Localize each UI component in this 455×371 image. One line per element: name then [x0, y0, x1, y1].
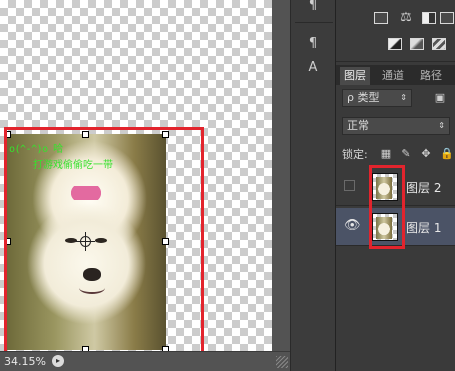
divider	[295, 22, 333, 23]
highlight-box-thumbnails	[369, 165, 405, 249]
layer-filter-select[interactable]: ρ 类型 ⇕	[342, 89, 412, 107]
resize-grip-icon[interactable]	[276, 356, 288, 368]
levels-icon[interactable]	[374, 12, 388, 24]
layer-name[interactable]: 图层 2	[406, 179, 441, 196]
lock-move-icon[interactable]: ✥	[420, 148, 432, 160]
pattern-icon[interactable]	[432, 38, 446, 50]
tab-paths[interactable]: 路径	[416, 67, 446, 85]
lock-brush-icon[interactable]: ✎	[400, 148, 412, 160]
eye-icon[interactable]: 👁	[344, 219, 361, 232]
panel-dock-strip: ¶ ¶ A	[290, 0, 336, 371]
paragraph-styles-icon[interactable]: ¶	[303, 34, 323, 54]
balance-icon[interactable]: ⚖	[400, 11, 412, 24]
photoshop-window: o(^-^)o 哈 打游戏偷偷吃一带 34.15% ▸ ¶ ¶ A ⚖ 图层 通…	[0, 0, 455, 371]
tab-layers[interactable]: 图层	[340, 67, 370, 85]
black-white-icon[interactable]	[422, 12, 436, 24]
document-info-icon[interactable]: ▸	[52, 355, 64, 367]
layers-tab-bar: 图层 通道 路径	[336, 65, 455, 85]
tab-channels[interactable]: 通道	[378, 67, 408, 85]
layer-name[interactable]: 图层 1	[406, 219, 441, 236]
updown-icon: ⇕	[400, 93, 407, 102]
lock-all-icon[interactable]: 🔒	[440, 148, 454, 160]
lock-row: 锁定: ▦ ✎ ✥ 🔒	[336, 146, 455, 164]
character-styles-icon[interactable]: A	[303, 58, 323, 78]
image-filter-icon[interactable]: ▣	[434, 92, 446, 104]
blend-mode-select[interactable]: 正常 ⇕	[342, 117, 450, 135]
adjustments-panel: ⚖	[336, 0, 455, 62]
filter-label: ρ 类型	[347, 91, 380, 104]
lock-label: 锁定:	[342, 148, 368, 161]
channel-mixer-icon[interactable]	[440, 12, 454, 24]
selective-color-icon[interactable]	[410, 38, 424, 50]
updown-icon: ⇕	[438, 121, 445, 130]
gradient-map-icon[interactable]	[388, 38, 402, 50]
blend-mode-value: 正常	[347, 119, 369, 132]
paragraph-icon[interactable]: ¶	[303, 0, 323, 16]
status-bar: 34.15% ▸	[0, 351, 290, 371]
visibility-toggle-off[interactable]	[344, 180, 355, 191]
canvas-margin	[272, 0, 290, 371]
highlight-box-canvas	[4, 127, 204, 369]
lock-transparent-icon[interactable]: ▦	[380, 148, 392, 160]
zoom-level[interactable]: 34.15%	[4, 355, 46, 368]
